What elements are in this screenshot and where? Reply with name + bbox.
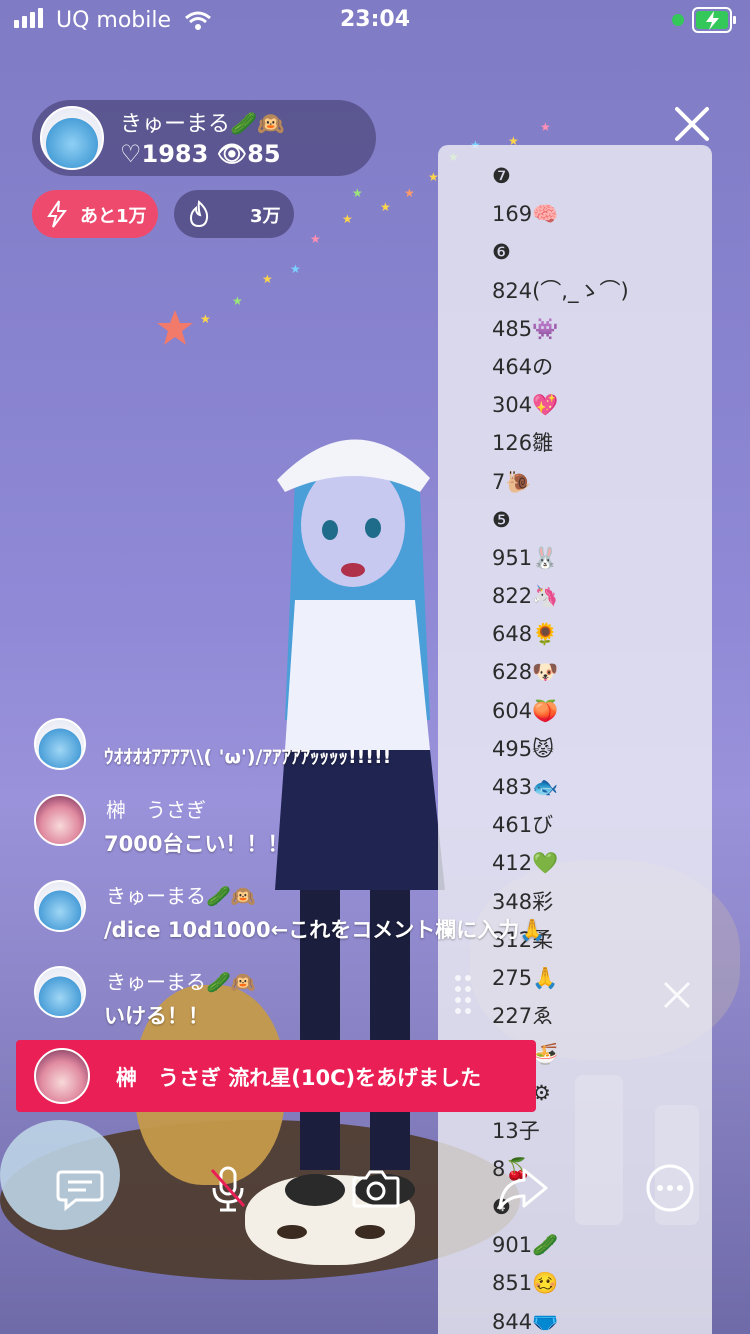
close-icon xyxy=(675,107,709,141)
commenter-avatar[interactable] xyxy=(34,880,86,932)
chat-text: 7000台こい！！！ xyxy=(104,832,289,856)
commenter-avatar[interactable] xyxy=(34,794,86,846)
gift-text: 榊 うさぎ 流れ星(10C)をあげました xyxy=(116,1066,482,1090)
comment-button[interactable] xyxy=(52,1160,108,1216)
ranking-entry: 648🌻 xyxy=(492,622,559,647)
ranking-entry: 495😾 xyxy=(492,736,554,761)
ranking-entry: 483🐟 xyxy=(492,775,559,799)
ranking-entry: 461び xyxy=(492,813,554,838)
star-icon xyxy=(157,310,193,345)
streamer-avatar[interactable] xyxy=(40,106,104,170)
remaining-points-chip[interactable]: あと1万 xyxy=(32,190,158,238)
star-icon: ★ xyxy=(540,120,551,134)
more-options-button[interactable] xyxy=(642,1160,698,1216)
mat-eye-left xyxy=(277,1225,307,1239)
remaining-points-label: あと1万 xyxy=(80,206,147,227)
chat-message: ｳｵｵｵｵｱｱｱｱ\\( 'ω')/ｱｱｱｱｱｯｯｯｯ!!!!! xyxy=(34,712,494,782)
streamer-stats: ♡1983 👁85 xyxy=(120,140,281,168)
ranking-entry: 951🐰 xyxy=(492,545,559,570)
live-stream-screen: UQ mobile 23:04 ★ ★ ★ ★ ★ ★ ★ ★ ★ ★ ★ ★ … xyxy=(0,0,750,1334)
star-icon: ★ xyxy=(310,232,321,246)
ranking-entry: ❼ xyxy=(492,164,511,188)
ranking-entry: 227ゑ xyxy=(492,1004,554,1029)
camera-icon xyxy=(352,1170,400,1208)
commenter-avatar[interactable] xyxy=(34,718,86,770)
mute-mic-button[interactable] xyxy=(200,1160,256,1216)
share-button[interactable] xyxy=(494,1160,550,1216)
lightning-icon xyxy=(47,200,67,228)
star-icon: ★ xyxy=(352,186,363,200)
ranking-entry: 304💖 xyxy=(492,393,559,418)
ranking-entry: 485👾 xyxy=(492,316,559,341)
close-button[interactable] xyxy=(672,104,712,144)
fire-points-chip[interactable]: 3万 xyxy=(174,190,294,238)
chat-message: きゅーまる🥒🙉 /dice 10d1000←これをコメント欄に入力🙏 xyxy=(34,880,634,950)
ranking-entry: 628🐶 xyxy=(492,660,559,685)
gifter-avatar xyxy=(34,1048,90,1104)
chat-text: /dice 10d1000←これをコメント欄に入力🙏 xyxy=(104,918,546,942)
chat-text: ｳｵｵｵｵｱｱｱｱ\\( 'ω')/ｱｱｱｱｱｯｯｯｯ!!!!! xyxy=(104,746,392,768)
status-time: 23:04 xyxy=(339,7,411,32)
commenter-name: きゅーまる🥒🙉 xyxy=(106,884,256,908)
ranking-entry: 604🍑 xyxy=(492,698,559,723)
ranking-list: ❼ 169🧠 ❻ 824(⌒,_ゝ⌒) 485👾 464の 304💖 126雛 7🐌 ❺ 951🐰 8… xyxy=(492,157,629,1334)
ranking-entry: 824(⌒,_ゝ⌒) xyxy=(492,278,629,303)
streamer-name: きゅーまる🥒🙉 xyxy=(120,112,285,137)
ranking-entry: 464の xyxy=(492,354,554,379)
ranking-entry: 844🩲 xyxy=(492,1309,559,1334)
star-icon: ★ xyxy=(404,186,415,200)
flame-icon xyxy=(189,200,209,228)
commenter-avatar[interactable] xyxy=(34,966,86,1018)
more-icon xyxy=(646,1164,694,1212)
commenter-name: きゅーまる🥒🙉 xyxy=(106,970,256,994)
ranking-entry: ❻ xyxy=(492,240,511,265)
fire-points-label: 3万 xyxy=(250,206,281,227)
ranking-entry: 7🐌 xyxy=(492,469,532,494)
ranking-entry: 13子 xyxy=(492,1118,540,1143)
battery-charging-icon xyxy=(692,7,736,33)
ranking-entry: 412💚 xyxy=(492,851,559,876)
star-icon: ★ xyxy=(290,262,301,276)
close-icon xyxy=(663,981,691,1009)
gift-notification: 榊 うさぎ 流れ星(10C)をあげました xyxy=(16,1040,536,1112)
ranking-entry: ❺ xyxy=(492,507,511,532)
star-icon: ★ xyxy=(262,272,273,286)
chat-text: いける！！ xyxy=(104,1004,209,1028)
star-icon: ★ xyxy=(232,294,243,308)
ranking-entry: 275🙏 xyxy=(492,965,559,990)
ranking-entry: 901🥒 xyxy=(492,1233,559,1258)
recording-indicator xyxy=(672,14,684,26)
ranking-entry: 126雛 xyxy=(492,431,554,456)
chat-message: きゅーまる🥒🙉 いける！！ xyxy=(34,966,494,1036)
panel-close-button[interactable] xyxy=(662,978,692,1019)
share-icon xyxy=(498,1168,548,1210)
camera-button[interactable] xyxy=(348,1160,404,1216)
status-bar: UQ mobile 23:04 xyxy=(0,0,750,42)
star-icon: ★ xyxy=(380,200,391,214)
streamer-profile[interactable]: きゅーまる🥒🙉 ♡1983 👁85 xyxy=(32,100,376,176)
star-icon: ★ xyxy=(342,212,353,226)
ranking-entry: 169🧠 xyxy=(492,202,559,227)
mat-eye-right xyxy=(355,1225,385,1239)
chat-message: 榊 うさぎ 7000台こい！！！ xyxy=(34,794,494,864)
ranking-entry: 851🥴 xyxy=(492,1271,559,1296)
drag-handle[interactable] xyxy=(455,975,475,1015)
ranking-entry: 822🦄 xyxy=(492,584,559,609)
mic-off-icon xyxy=(210,1166,246,1212)
commenter-name: 榊 うさぎ xyxy=(106,798,206,822)
comment-icon xyxy=(56,1170,104,1212)
star-icon: ★ xyxy=(200,312,211,326)
